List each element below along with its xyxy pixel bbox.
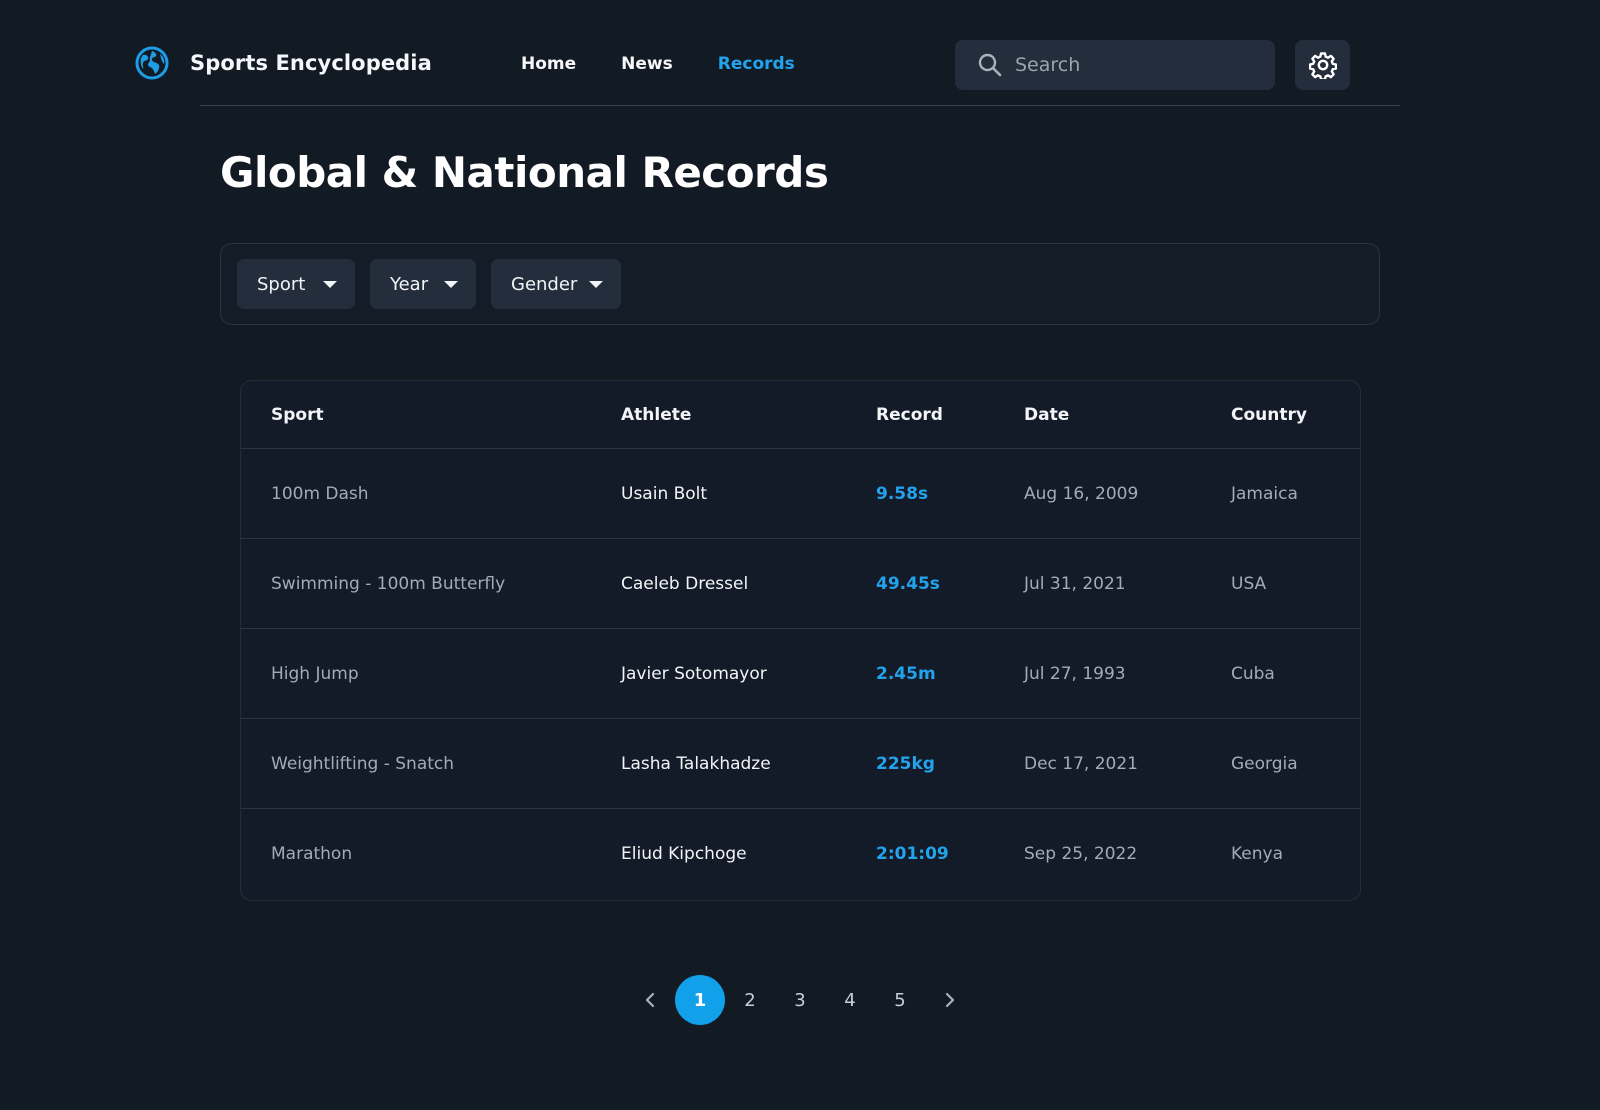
records-table: Sport Athlete Record Date Country 100m D…	[240, 380, 1361, 901]
search-icon	[978, 53, 1002, 77]
cell-country: Cuba	[1231, 664, 1275, 684]
table-row[interactable]: Weightlifting - Snatch Lasha Talakhadze …	[241, 719, 1360, 809]
cell-athlete: Lasha Talakhadze	[621, 754, 771, 774]
cell-sport: Swimming - 100m Butterfly	[271, 574, 506, 594]
sport-filter-dropdown[interactable]: Sport	[237, 259, 355, 309]
next-page-button[interactable]	[925, 975, 975, 1025]
table-row[interactable]: 100m Dash Usain Bolt 9.58s Aug 16, 2009 …	[241, 449, 1360, 539]
cell-athlete: Eliud Kipchoge	[621, 844, 747, 864]
page-button-2[interactable]: 2	[725, 975, 775, 1025]
year-filter-label: Year	[390, 273, 429, 295]
table-row[interactable]: Swimming - 100m Butterfly Caeleb Dressel…	[241, 539, 1360, 629]
cell-country: USA	[1231, 574, 1267, 594]
cell-date: Jul 27, 1993	[1024, 664, 1126, 684]
gender-filter-dropdown[interactable]: Gender	[491, 259, 621, 309]
cell-country: Georgia	[1231, 754, 1298, 774]
cell-athlete: Javier Sotomayor	[621, 664, 767, 684]
chevron-left-icon	[645, 992, 655, 1008]
column-header-record[interactable]: Record	[876, 405, 943, 425]
cell-sport: High Jump	[271, 664, 359, 684]
cell-date: Jul 31, 2021	[1024, 574, 1126, 594]
cell-date: Aug 16, 2009	[1024, 484, 1139, 504]
cell-date: Sep 25, 2022	[1024, 844, 1138, 864]
page-button-4[interactable]: 4	[825, 975, 875, 1025]
nav-news[interactable]: News	[621, 54, 673, 74]
cell-record: 225kg	[876, 754, 935, 774]
filter-panel: Sport Year Gender	[220, 243, 1380, 325]
cell-record: 2:01:09	[876, 844, 949, 864]
cell-record: 49.45s	[876, 574, 940, 594]
year-filter-dropdown[interactable]: Year	[370, 259, 476, 309]
cell-sport: 100m Dash	[271, 484, 369, 504]
cell-country: Kenya	[1231, 844, 1284, 864]
table-row[interactable]: Marathon Eliud Kipchoge 2:01:09 Sep 25, …	[241, 809, 1360, 899]
cell-sport: Weightlifting - Snatch	[271, 754, 455, 774]
pagination: 1 2 3 4 5	[0, 975, 1600, 1025]
gender-filter-label: Gender	[511, 273, 578, 295]
caret-down-icon	[589, 281, 603, 288]
globe-icon	[135, 46, 169, 80]
cell-record: 2.45m	[876, 664, 936, 684]
page-button-1[interactable]: 1	[675, 975, 725, 1025]
settings-button[interactable]	[1295, 40, 1350, 90]
cell-athlete: Usain Bolt	[621, 484, 708, 504]
cell-sport: Marathon	[271, 844, 353, 864]
table-header: Sport Athlete Record Date Country	[241, 381, 1360, 449]
caret-down-icon	[323, 281, 337, 288]
main-nav: Home News Records	[521, 54, 840, 74]
nav-home[interactable]: Home	[521, 54, 576, 74]
chevron-right-icon	[945, 992, 955, 1008]
brand-name: Sports Encyclopedia	[190, 51, 432, 75]
cell-country: Jamaica	[1231, 484, 1298, 504]
cell-athlete: Caeleb Dressel	[621, 574, 749, 594]
column-header-country[interactable]: Country	[1231, 405, 1307, 425]
cell-date: Dec 17, 2021	[1024, 754, 1139, 774]
page-button-3[interactable]: 3	[775, 975, 825, 1025]
search-box[interactable]	[955, 40, 1275, 90]
caret-down-icon	[444, 281, 458, 288]
header-divider	[200, 105, 1400, 106]
column-header-sport[interactable]: Sport	[271, 405, 324, 425]
gear-icon	[1308, 52, 1337, 79]
table-row[interactable]: High Jump Javier Sotomayor 2.45m Jul 27,…	[241, 629, 1360, 719]
top-navigation-bar: Sports Encyclopedia Home News Records	[0, 0, 1600, 106]
search-input[interactable]	[1015, 54, 1255, 76]
page-title: Global & National Records	[220, 148, 829, 197]
brand[interactable]: Sports Encyclopedia	[135, 46, 432, 80]
nav-records[interactable]: Records	[718, 54, 795, 74]
sport-filter-label: Sport	[257, 273, 306, 295]
column-header-athlete[interactable]: Athlete	[621, 405, 691, 425]
column-header-date[interactable]: Date	[1024, 405, 1069, 425]
previous-page-button[interactable]	[625, 975, 675, 1025]
cell-record: 9.58s	[876, 484, 929, 504]
page-button-5[interactable]: 5	[875, 975, 925, 1025]
